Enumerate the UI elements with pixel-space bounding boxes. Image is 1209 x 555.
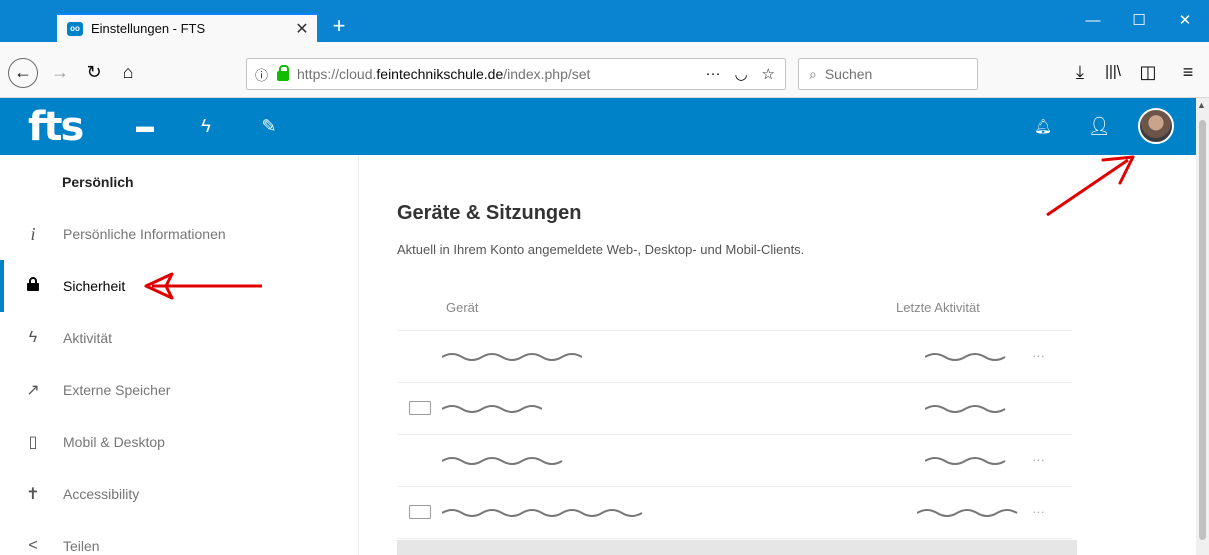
arrow-to-security [144,272,262,300]
annotation-overlay [144,155,1135,300]
arrow-to-avatar [1046,155,1135,217]
